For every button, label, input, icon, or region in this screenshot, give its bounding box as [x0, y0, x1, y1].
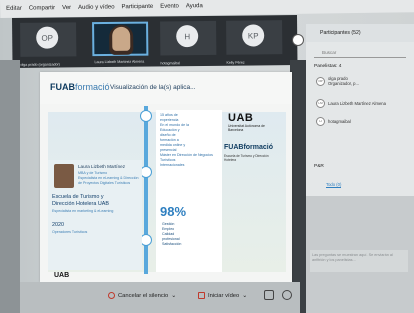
- timeline-bar: [144, 106, 148, 274]
- speaker-detail: Especialista en eLearning & Dirección: [78, 176, 139, 180]
- participant-name: olga prado (organizador): [20, 62, 60, 67]
- video-feed-face: [112, 26, 131, 51]
- more-options-button[interactable]: [282, 290, 292, 300]
- stats-column: 15 años de experiencia En el mundo de la…: [156, 110, 222, 272]
- panelists-header[interactable]: Panelistas: 4: [314, 64, 341, 69]
- avatar: OP: [36, 26, 59, 49]
- menu-item-edit[interactable]: Editar: [6, 6, 22, 12]
- timeline-marker: [140, 110, 152, 122]
- tab-all-questions[interactable]: Todo (0): [326, 182, 342, 188]
- list-item[interactable]: OP olga prado Organizador, p...: [316, 74, 410, 88]
- speaker-photo: [54, 164, 74, 188]
- question-placeholder: Las preguntas se muestran aquí. Se envia…: [312, 253, 393, 262]
- uab-subtitle: Universitat Autònoma de Barcelona: [228, 124, 265, 132]
- participant-video-strip: OP olga prado (organizador) Laura Lizbet…: [12, 15, 298, 68]
- menu-item-event[interactable]: Evento: [160, 4, 179, 10]
- chevron-down-icon[interactable]: ⌄: [171, 293, 176, 299]
- avatar: LM: [316, 98, 325, 108]
- menu-item-help[interactable]: Ayuda: [186, 3, 203, 9]
- list-item[interactable]: H hotagmaibal: [316, 114, 410, 128]
- speaker-detail: Especialista en marketing & eLearning: [52, 209, 114, 213]
- start-video-button[interactable]: Iniciar vídeo ⌄: [198, 292, 247, 299]
- uab-logo-block: UAB Universitat Autònoma de Barcelona: [228, 112, 268, 132]
- participant-tile[interactable]: OP olga prado (organizador): [20, 22, 77, 67]
- chevron-down-icon[interactable]: ⌄: [242, 293, 247, 299]
- stat-line: Máster en Dirección de Negocios Turístic…: [160, 153, 213, 162]
- avatar: OP: [316, 76, 325, 86]
- speaker-name: Laura Lizbeth Martínez: [78, 164, 125, 169]
- panel-header: Participantes (52): [306, 24, 414, 42]
- panelist-name: hotagmaibal: [328, 118, 351, 124]
- shared-slide: FUABformació Visualización de la(s) apli…: [40, 72, 292, 282]
- speaker-school: Dirección Hotelera UAB: [52, 201, 109, 207]
- list-item[interactable]: LM Laura Lizbeth Martínez Almena: [316, 96, 410, 110]
- menu-item-participant[interactable]: Participante: [121, 4, 153, 10]
- avatar: H: [316, 116, 325, 126]
- speaker-card: Laura Lizbeth Martínez MBA y de Turismo …: [48, 160, 142, 270]
- fuab-logo: FUABformació: [50, 82, 110, 92]
- avatar: H: [176, 25, 199, 48]
- panel-divider: [290, 60, 306, 313]
- speaker-year: 2020: [52, 222, 64, 228]
- panel-toggle-icon[interactable]: [292, 34, 304, 46]
- slide-header: FUABformació Visualización de la(s) apli…: [40, 72, 292, 104]
- share-button[interactable]: [264, 290, 274, 300]
- panel-title: Participantes (52): [320, 30, 361, 36]
- fuab-mini-logo: FUABformació: [224, 144, 274, 151]
- camera-icon: [198, 292, 205, 299]
- footer-logo: UAB: [54, 272, 70, 279]
- left-edge: [0, 60, 20, 313]
- participant-tile[interactable]: KP Kelly Pérez: [226, 20, 283, 65]
- avatar: KP: [242, 24, 265, 47]
- participants-panel: Participantes (52) Buscar Panelistas: 4 …: [306, 24, 414, 313]
- search-input[interactable]: Buscar: [314, 48, 406, 58]
- menu-item-view[interactable]: Ver: [62, 5, 71, 11]
- microphone-icon: [108, 292, 115, 299]
- stat-line: Internacionales: [160, 163, 185, 167]
- slide-title: Visualización de la(s) aplica...: [110, 84, 196, 91]
- menu-item-audio-video[interactable]: Audio y vídeo: [78, 4, 114, 11]
- qa-header[interactable]: P&R: [314, 164, 324, 169]
- speaker-detail: Operadores Turísticos: [52, 230, 88, 234]
- uab-logo: UAB: [228, 112, 254, 124]
- unmute-button[interactable]: Cancelar el silencio ⌄: [108, 292, 176, 299]
- participant-name: Kelly Pérez: [226, 60, 245, 65]
- participant-tile[interactable]: H hotagmaibal: [160, 20, 217, 65]
- participant-tile-active-speaker[interactable]: Laura Lizbeth Martínez Almena: [92, 21, 149, 64]
- percent-figure: 98%: [160, 204, 187, 219]
- participant-name: Laura Lizbeth Martínez Almena: [94, 59, 145, 65]
- desktop-screen: Editar Compartir Ver Audio y vídeo Parti…: [0, 0, 414, 313]
- panelist-role: Organizador, p...: [328, 81, 359, 86]
- participant-name: hotagmaibal: [160, 61, 181, 66]
- speaker-detail: de Proyectos Digitales Turísticos: [78, 181, 131, 185]
- bullet-item: Satisfacción: [162, 242, 182, 246]
- menu-item-share[interactable]: Compartir: [29, 5, 55, 11]
- fuab-mini-subtitle: Escuela de Turismo y Dirección Hotelera: [224, 154, 269, 162]
- speaker-school: Escuela de Turismo y: [52, 194, 104, 200]
- speaker-detail: MBA y de Turismo: [78, 171, 108, 175]
- panelist-name: Laura Lizbeth Martínez Almena: [328, 100, 386, 106]
